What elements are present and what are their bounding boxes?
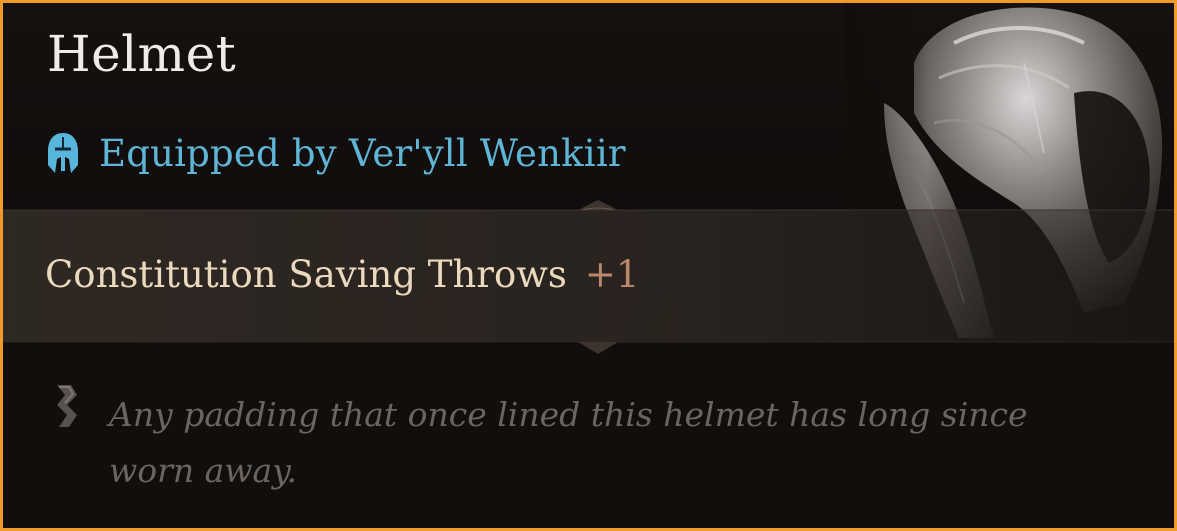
divider (3, 341, 1174, 354)
equipped-by-text: Equipped by Ver'yll Wenkiir (99, 131, 626, 175)
item-name: Helmet (47, 25, 237, 83)
stat-label: Constitution Saving Throws (45, 253, 567, 296)
divider (3, 200, 1174, 211)
lore-description: Any padding that once lined this helmet … (109, 395, 1028, 490)
stat-value: +1 (584, 253, 640, 296)
stat-row: Constitution Saving Throws +1 (45, 253, 639, 296)
scroll-icon (57, 385, 77, 427)
item-tooltip: Helmet Equipped by Ver'yll Wenkiir Const… (0, 0, 1177, 531)
equipped-by-row: Equipped by Ver'yll Wenkiir (45, 129, 626, 177)
helmet-icon (48, 133, 78, 173)
